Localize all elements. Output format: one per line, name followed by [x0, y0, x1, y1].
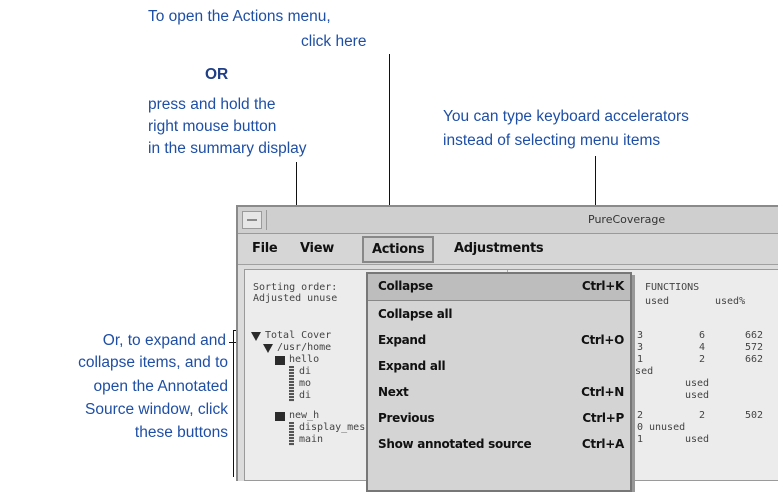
- cell: 1: [637, 354, 644, 365]
- annotation-actions-line2: click here: [301, 33, 367, 50]
- menu-item-collapse-all[interactable]: Collapse all: [368, 302, 630, 328]
- menu-item-label: Expand: [378, 333, 426, 347]
- menu-file[interactable]: File: [252, 241, 278, 256]
- sorting-order-label: Sorting order:: [253, 282, 338, 293]
- tree-row-label: di: [299, 390, 312, 401]
- tree-row-label: mo: [299, 378, 312, 389]
- collapse-button-total[interactable]: [251, 332, 261, 341]
- annotation-expand-line2: collapse items, and to: [78, 354, 228, 371]
- cell: 572: [745, 342, 764, 353]
- menu-item-label: Expand all: [378, 359, 446, 373]
- menu-item-accelerator: Ctrl+N: [581, 385, 624, 399]
- menu-item-label: Show annotated source: [378, 437, 532, 451]
- menu-item-collapse[interactable]: Collapse Ctrl+K: [368, 274, 630, 301]
- cell: used: [685, 378, 710, 389]
- annotation-right-mouse-line2: right mouse button: [148, 118, 277, 135]
- bracket-buttons: [233, 330, 234, 477]
- cell: 502: [745, 410, 764, 421]
- annotation-expand-line1: Or, to expand and: [102, 332, 226, 349]
- cell: 2: [699, 410, 706, 421]
- menu-view[interactable]: View: [300, 241, 334, 256]
- menu-item-label: Collapse all: [378, 307, 453, 321]
- menu-item-label: Next: [378, 385, 409, 399]
- collapse-button-new-h[interactable]: [275, 412, 285, 421]
- menu-item-accelerator: Ctrl+A: [581, 437, 624, 451]
- title-bar: PureCoverage: [238, 207, 778, 234]
- menu-adjustments[interactable]: Adjustments: [454, 241, 544, 256]
- tree-row-label: di: [299, 366, 312, 377]
- menu-actions[interactable]: Actions: [362, 236, 435, 263]
- annotated-source-buttons[interactable]: [289, 422, 294, 446]
- menu-bar: File View Actions Adjustments: [238, 234, 778, 265]
- tree-row-label: hello: [289, 354, 320, 365]
- window-menu-button[interactable]: [242, 211, 262, 229]
- annotation-right-mouse-line3: in the summary display: [148, 140, 307, 157]
- window-title: PureCoverage: [588, 213, 666, 226]
- actions-menu: Collapse Ctrl+K Collapse all Expand Ctrl…: [366, 272, 632, 492]
- annotation-actions-line1: To open the Actions menu,: [148, 8, 331, 25]
- cell: 0: [637, 422, 644, 433]
- annotated-source-buttons[interactable]: [289, 366, 294, 402]
- annotation-accel-line2: instead of selecting menu items: [443, 132, 661, 149]
- cell: 4: [699, 342, 706, 353]
- annotation-or: OR: [205, 66, 229, 83]
- collapse-button-usr-home[interactable]: [263, 344, 273, 353]
- cell: 2: [699, 354, 706, 365]
- annotation-expand-line4: Source window, click: [84, 401, 228, 418]
- annotation-accel-line1: You can type keyboard accelerators: [443, 108, 689, 125]
- menu-item-expand[interactable]: Expand Ctrl+O: [368, 328, 630, 354]
- menu-item-next[interactable]: Next Ctrl+N: [368, 380, 630, 406]
- cell: 662: [745, 354, 764, 365]
- cell: 6: [699, 330, 706, 341]
- column-used: used: [645, 296, 670, 307]
- functions-header: FUNCTIONS: [645, 282, 700, 293]
- adjusted-unused-label: Adjusted unuse: [253, 293, 338, 304]
- tree-row-label: /usr/home: [277, 342, 332, 353]
- tree-row-label: main: [299, 434, 324, 445]
- collapse-button-hello[interactable]: [275, 356, 285, 365]
- cell: 3: [637, 342, 644, 353]
- menu-item-show-annotated-source[interactable]: Show annotated source Ctrl+A: [368, 432, 630, 458]
- cell: 1: [637, 434, 644, 445]
- menu-item-previous[interactable]: Previous Ctrl+P: [368, 406, 630, 432]
- menu-item-label: Previous: [378, 411, 435, 425]
- menu-item-label: Collapse: [378, 279, 433, 293]
- cell: 662: [745, 330, 764, 341]
- menu-item-accelerator: Ctrl+K: [581, 279, 624, 293]
- cell: used: [685, 390, 710, 401]
- cell: unused: [649, 422, 686, 433]
- menu-item-accelerator: Ctrl+P: [582, 411, 624, 425]
- cell: 2: [637, 410, 644, 421]
- tree-row-label: new_h: [289, 410, 320, 421]
- tree-row-label: Total Cover: [265, 330, 332, 341]
- menu-item-expand-all[interactable]: Expand all: [368, 354, 630, 380]
- cell: 3: [637, 330, 644, 341]
- column-used-pct: used%: [715, 296, 746, 307]
- annotation-right-mouse-line1: press and hold the: [148, 96, 276, 113]
- menu-item-accelerator: Ctrl+O: [580, 333, 624, 347]
- cell: used: [685, 434, 710, 445]
- annotation-expand-line3: open the Annotated: [93, 378, 228, 395]
- annotation-expand-line5: these buttons: [134, 424, 228, 441]
